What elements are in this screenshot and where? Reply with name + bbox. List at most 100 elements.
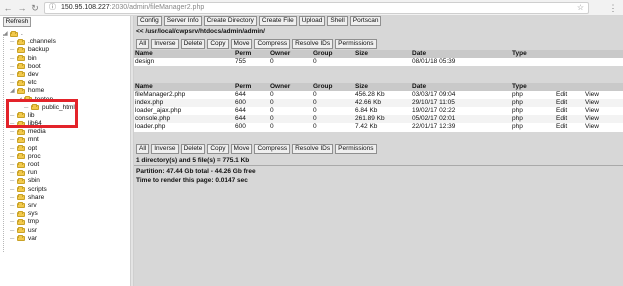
tree-item[interactable]: ─ proc [2,153,128,161]
tree-item[interactable]: ─ usr [2,227,128,235]
tree-item[interactable]: ─ srv [2,202,128,210]
file-row[interactable]: fileManager2.php 644 0 0 456.28 Kb 03/03/17 0… [134,91,623,100]
tree-item[interactable]: ─ etc [2,79,128,87]
toolbar-server-info-button[interactable]: Server Info [163,16,202,26]
tree-item[interactable]: ─ sbin [2,177,128,185]
bottom-selection-resolve-ids-button[interactable]: Resolve IDs [292,144,334,154]
top-selection-delete-button[interactable]: Delete [180,39,206,49]
bottom-selection-delete-button[interactable]: Delete [180,144,206,154]
current-path[interactable]: << /usr/local/cwpsrv/htdocs/admin/admin/ [136,28,265,35]
tree-item[interactable]: ─ run [2,169,128,177]
bottom-selection-compress-button[interactable]: Compress [254,144,291,154]
file-row-name[interactable]: loader.php [134,123,234,132]
column-header-perm[interactable]: Perm [234,83,269,92]
branch-icon: ─ [10,55,15,62]
top-selection-move-button[interactable]: Move [230,39,253,49]
file-row-edit-link[interactable]: Edit [555,91,584,100]
toolbar-create-directory-button[interactable]: Create Directory [203,16,257,26]
tree-item-label: boot [28,62,41,70]
bottom-selection-all-button[interactable]: All [136,144,150,154]
column-header-owner[interactable]: Owner [269,50,312,59]
file-row-perm: 600 [234,99,269,108]
column-header-group[interactable]: Group [312,50,354,59]
tree-item[interactable]: ─ scripts [2,186,128,194]
file-row-view-link[interactable]: View [584,107,623,116]
tree-item[interactable]: ─ .channels [2,38,128,46]
bottom-selection-permissions-button[interactable]: Permissions [335,144,377,154]
column-header-name[interactable]: Name [134,83,234,92]
tree-item[interactable]: ─ opt [2,145,128,153]
tree-item[interactable]: ─ backup [2,46,128,54]
tree-item-label: sys [28,210,38,218]
column-header-size[interactable]: Size [354,83,411,92]
tree-item[interactable]: ─ mnt [2,136,128,144]
branch-icon: ─ [10,194,15,201]
bottom-selection-move-button[interactable]: Move [230,144,253,154]
top-selection-copy-button[interactable]: Copy [207,39,229,49]
file-row[interactable]: loader_ajax.php 644 0 0 6.84 Kb 19/02/17 02:2… [134,107,623,116]
tree-item[interactable]: ◢. [2,30,128,38]
file-row[interactable]: index.php 600 0 0 42.66 Kb 29/10/17 11:05 php E… [134,99,623,108]
refresh-button[interactable]: Refresh [3,17,31,27]
info-icon[interactable]: ⓘ [49,3,56,13]
toolbar-create-file-button[interactable]: Create File [258,16,297,26]
toolbar-upload-button[interactable]: Upload [298,16,326,26]
tree-item[interactable]: ─ sys [2,210,128,218]
column-header-date[interactable]: Date [411,50,511,59]
file-row-name[interactable]: index.php [134,99,234,108]
menu-icon[interactable]: ⋮ [608,3,618,13]
top-selection-permissions-button[interactable]: Permissions [335,39,377,49]
forward-icon[interactable]: → [17,3,27,13]
column-header-perm[interactable]: Perm [234,50,269,59]
top-selection-inverse-button[interactable]: Inverse [151,39,179,49]
column-header-date[interactable]: Date [411,83,511,92]
directory-row[interactable]: design 755 0 0 08/01/18 05:39 [134,58,623,67]
file-row-name[interactable]: loader_ajax.php [134,107,234,116]
column-header-type[interactable]: Type [511,83,555,92]
top-selection-compress-button[interactable]: Compress [254,39,291,49]
file-row[interactable]: loader.php 600 0 0 7.42 Kb 22/01/17 12:39 php E… [134,123,623,132]
directory-row-name[interactable]: design [134,58,234,67]
tree-item[interactable]: ─ share [2,194,128,202]
file-row-name[interactable]: console.php [134,115,234,124]
tree-item[interactable]: ─ var [2,235,128,243]
tree-item[interactable]: ─ dev [2,71,128,79]
file-row-view-link[interactable]: View [584,99,623,108]
column-header-view [584,50,623,59]
back-icon[interactable]: ← [3,3,13,13]
top-selection-resolve-ids-button[interactable]: Resolve IDs [292,39,334,49]
bottom-selection-inverse-button[interactable]: Inverse [151,144,179,154]
tree-item[interactable]: ─ root [2,161,128,169]
reload-icon[interactable]: ↻ [30,3,40,13]
column-header-type[interactable]: Type [511,50,555,59]
bookmark-star-icon[interactable]: ☆ [577,3,584,13]
tree-item[interactable]: ─ boot [2,63,128,71]
top-selection-all-button[interactable]: All [136,39,150,49]
file-row-view-link[interactable]: View [584,115,623,124]
browser-toolbar: ← → ↻ ⓘ 150.95.108.227:2030/admin/fileMa… [0,0,623,16]
file-row[interactable]: console.php 644 0 0 261.89 Kb 05/02/17 02:01 p… [134,115,623,124]
file-row-name[interactable]: fileManager2.php [134,91,234,100]
toolbar-shell-button[interactable]: Shell [327,16,348,26]
toolbar-config-button[interactable]: Config [137,16,162,26]
tree-item[interactable]: ─ media [2,128,128,136]
column-header-size[interactable]: Size [354,50,411,59]
file-row-edit-link[interactable]: Edit [555,99,584,108]
column-header-name[interactable]: Name [134,50,234,59]
file-row-edit-link[interactable]: Edit [555,115,584,124]
tree-item[interactable]: ◢ home [2,87,128,95]
bottom-selection-copy-button[interactable]: Copy [207,144,229,154]
file-row-view-link[interactable]: View [584,91,623,100]
file-row-view-link[interactable]: View [584,123,623,132]
file-row-edit-link[interactable]: Edit [555,107,584,116]
folder-icon [17,177,25,184]
tree-item-label: backup [28,46,49,54]
column-header-group[interactable]: Group [312,83,354,92]
file-row-size: 261.89 Kb [354,115,411,124]
toolbar-portscan-button[interactable]: Portscan [349,16,382,26]
tree-item[interactable]: ─ bin [2,55,128,63]
tree-item[interactable]: ─ tmp [2,218,128,226]
column-header-owner[interactable]: Owner [269,83,312,92]
address-bar[interactable]: ⓘ 150.95.108.227:2030/admin/fileManager2… [44,2,589,14]
file-row-edit-link[interactable]: Edit [555,123,584,132]
